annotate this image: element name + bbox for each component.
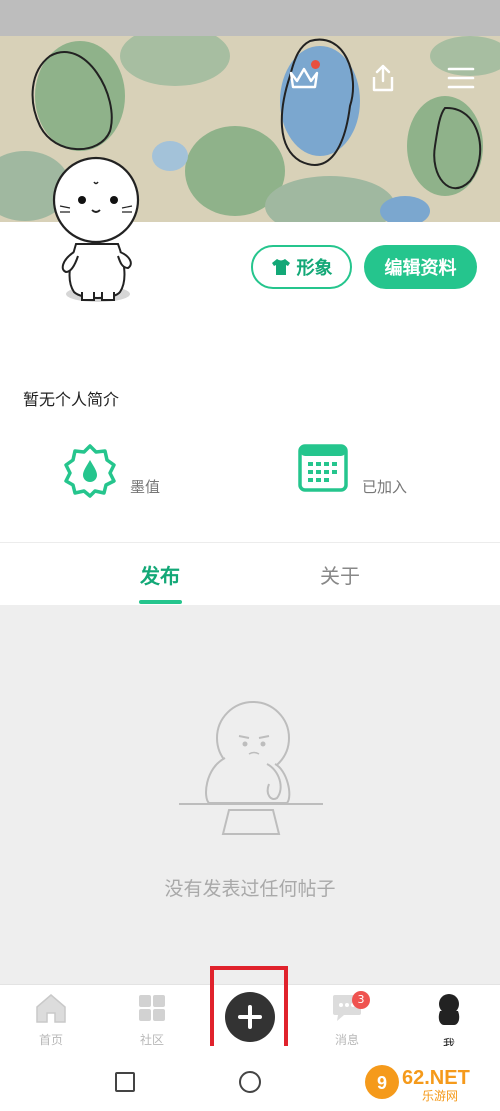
edit-profile-label: 编辑资料 <box>384 258 457 279</box>
nav-community[interactable]: 社区 <box>117 993 187 1048</box>
shirt-icon <box>271 259 290 275</box>
svg-text:乐游网: 乐游网 <box>422 1089 458 1102</box>
tab-publish[interactable]: 发布 <box>120 560 200 589</box>
avatar[interactable] <box>48 152 144 308</box>
posts-empty-state: 没有发表过任何帖子 <box>0 605 500 985</box>
me-icon <box>438 994 460 1025</box>
profile-bio: 暂无个人简介 <box>23 390 120 409</box>
nav-messages[interactable]: 3 消息 <box>312 991 382 1048</box>
site-watermark: 9 62.NET 乐游网 <box>365 1065 470 1102</box>
svg-text:62.NET: 62.NET <box>402 1067 470 1089</box>
ink-badge-icon <box>64 444 116 498</box>
recent-apps-button[interactable] <box>115 1072 135 1092</box>
active-tab-indicator <box>139 600 182 604</box>
thinking-seal-illustration <box>179 701 323 835</box>
empty-message: 没有发表过任何帖子 <box>164 878 336 900</box>
outfit-button-label: 形象 <box>296 258 333 279</box>
nav-home[interactable]: 首页 <box>16 993 86 1048</box>
notification-dot <box>311 60 320 69</box>
home-button[interactable] <box>239 1071 261 1093</box>
community-icon <box>139 995 165 1021</box>
status-bar <box>0 0 500 36</box>
svg-text:9: 9 <box>377 1073 387 1093</box>
tab-about[interactable]: 关于 <box>300 560 380 589</box>
divider <box>0 542 500 543</box>
crown-icon[interactable] <box>286 60 322 96</box>
calendar-icon <box>298 444 348 492</box>
share-icon[interactable] <box>365 60 401 96</box>
highlight-annotation <box>210 966 288 1058</box>
outfit-button[interactable]: 形象 <box>251 245 352 289</box>
edit-profile-button[interactable]: 编辑资料 <box>364 245 477 289</box>
message-badge: 3 <box>352 991 370 1009</box>
joined-stat[interactable]: 已加入 <box>298 442 428 498</box>
nav-me[interactable]: 我 <box>414 993 484 1052</box>
ink-value-label: 墨值 <box>130 478 161 496</box>
menu-icon[interactable] <box>443 60 479 96</box>
ink-value-stat[interactable]: 墨值 <box>62 442 172 498</box>
joined-label: 已加入 <box>362 478 408 496</box>
home-icon <box>36 994 66 1023</box>
